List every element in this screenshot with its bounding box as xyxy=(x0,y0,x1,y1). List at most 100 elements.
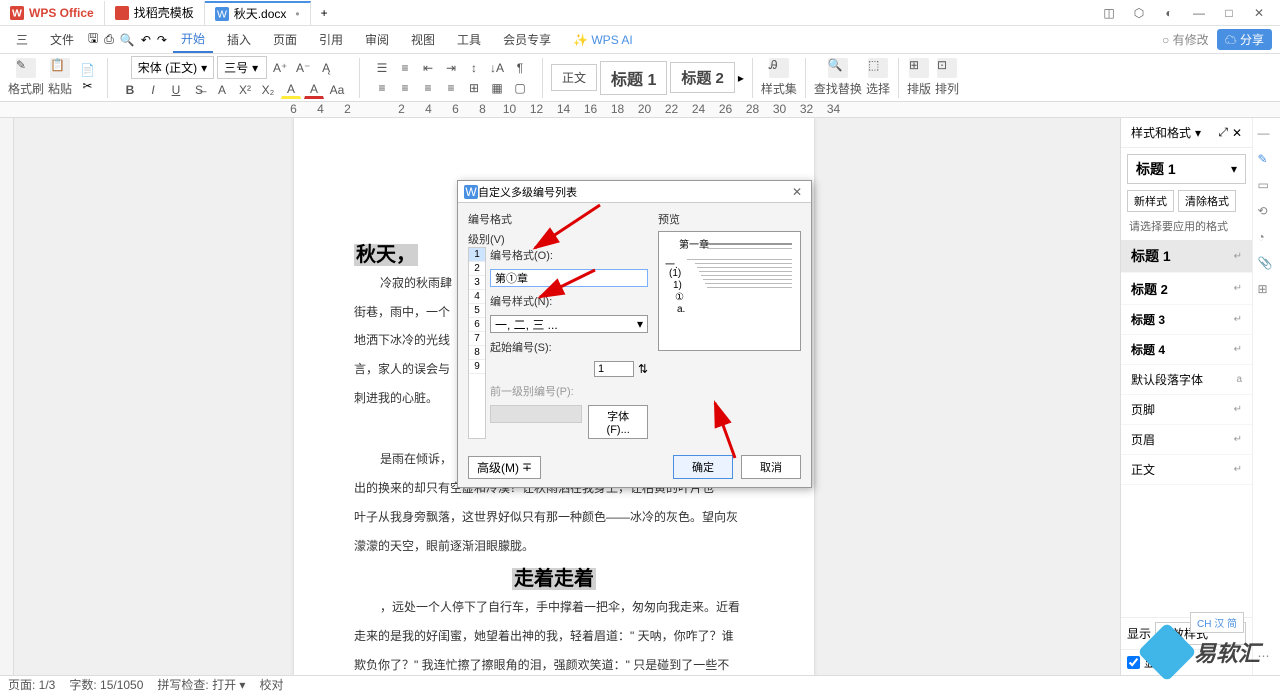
font-size-select[interactable]: 三号 ▾ xyxy=(217,56,267,79)
italic-icon[interactable]: I xyxy=(143,81,163,99)
case-icon[interactable]: Aa xyxy=(327,81,347,99)
language-badge[interactable]: CH 汉 简 xyxy=(1190,612,1244,633)
win-btn-1[interactable]: ◫ xyxy=(1096,3,1122,23)
align-center-icon[interactable]: ≡ xyxy=(395,79,415,97)
app-tab[interactable]: W WPS Office xyxy=(0,1,105,25)
side-more-icon[interactable]: ⋯ xyxy=(1258,649,1276,667)
close-pane-icon[interactable]: ✕ xyxy=(1232,126,1242,140)
style-h2[interactable]: 标题 2 xyxy=(670,62,735,93)
level-9[interactable]: 9 xyxy=(469,360,485,374)
new-tab-button[interactable]: + xyxy=(311,1,338,25)
tab-tools[interactable]: 工具 xyxy=(449,27,489,52)
level-3[interactable]: 3 xyxy=(469,276,485,290)
format-input[interactable] xyxy=(490,269,648,287)
bullet-list-icon[interactable]: ☰ xyxy=(372,59,392,77)
side-pen-icon[interactable]: ✎ xyxy=(1258,152,1276,170)
wps-ai-button[interactable]: ✨ WPS AI xyxy=(565,29,641,51)
side-clip-icon[interactable]: 📎 xyxy=(1258,256,1276,274)
arrange1-button[interactable]: ⊞排版 xyxy=(907,58,931,97)
clear-format-icon[interactable]: Ą xyxy=(316,59,336,77)
level-8[interactable]: 8 xyxy=(469,346,485,360)
distrib-icon[interactable]: ⊞ xyxy=(464,79,484,97)
tab-page[interactable]: 页面 xyxy=(265,27,305,52)
line-space-icon[interactable]: ↕ xyxy=(464,59,484,77)
show-checkbox[interactable] xyxy=(1127,656,1140,669)
style-item-default[interactable]: 默认段落字体a xyxy=(1121,365,1252,395)
cut-icon[interactable]: ✂ xyxy=(82,79,92,93)
style-item-header[interactable]: 页眉↵ xyxy=(1121,425,1252,455)
side-minus-icon[interactable]: — xyxy=(1258,126,1276,144)
file-menu[interactable]: 文件 xyxy=(42,27,82,52)
advanced-button[interactable]: 高级(M) ∓ xyxy=(468,456,541,479)
print-icon[interactable]: ⎙ xyxy=(104,32,114,47)
dialog-titlebar[interactable]: W 自定义多级编号列表 ✕ xyxy=(458,181,811,203)
tab-start[interactable]: 开始 xyxy=(173,26,213,53)
avatar-icon[interactable]: ◐ xyxy=(1156,3,1182,23)
style-item-h2[interactable]: 标题 2↵ xyxy=(1121,273,1252,305)
preview-icon[interactable]: 🔍 xyxy=(120,33,135,47)
start-number-input[interactable] xyxy=(594,361,634,377)
current-style-select[interactable]: 标题 1▾ xyxy=(1127,154,1246,184)
sub-icon[interactable]: X₂ xyxy=(258,81,278,99)
side-bell-icon[interactable]: ◔ xyxy=(1258,230,1276,248)
number-style-select[interactable]: 一, 二, 三 ...▾ xyxy=(490,315,648,333)
underline-icon[interactable]: U xyxy=(166,81,186,99)
side-refresh-icon[interactable]: ⟲ xyxy=(1258,204,1276,222)
align-left-icon[interactable]: ≡ xyxy=(372,79,392,97)
font-color-icon[interactable]: A xyxy=(304,81,324,99)
page-indicator[interactable]: 页面: 1/3 xyxy=(8,676,55,693)
side-book-icon[interactable]: ▭ xyxy=(1258,178,1276,196)
paste-button[interactable]: 📋粘贴 xyxy=(48,58,72,97)
find-replace-button[interactable]: 🔍查找替换 xyxy=(814,58,862,97)
hamburger-icon[interactable]: 三 xyxy=(8,27,36,52)
spell-check-indicator[interactable]: 拼写检查: 打开 ▾ xyxy=(157,676,245,693)
format-brush-button[interactable]: ✎格式刷 xyxy=(8,58,44,97)
maximize-button[interactable]: □ xyxy=(1216,3,1242,23)
indent-icon[interactable]: ⇥ xyxy=(441,59,461,77)
show-marks-icon[interactable]: ¶ xyxy=(510,59,530,77)
arrange2-button[interactable]: ⊡排列 xyxy=(935,58,959,97)
save-icon[interactable]: 🖫 xyxy=(88,29,98,50)
level-5[interactable]: 5 xyxy=(469,304,485,318)
style-item-body[interactable]: 正文↵ xyxy=(1121,455,1252,485)
highlight-icon[interactable]: A xyxy=(281,81,301,99)
outdent-icon[interactable]: ⇤ xyxy=(418,59,438,77)
font-button[interactable]: 字体(F)... xyxy=(588,405,648,439)
select-button[interactable]: ⬚选择 xyxy=(866,58,890,97)
level-4[interactable]: 4 xyxy=(469,290,485,304)
strike-icon[interactable]: S̶ xyxy=(189,81,209,99)
level-2[interactable]: 2 xyxy=(469,262,485,276)
spinner-icon[interactable]: ⇅ xyxy=(638,362,648,376)
proof-indicator[interactable]: 校对 xyxy=(259,676,283,693)
bold-icon[interactable]: B xyxy=(120,81,140,99)
dialog-close-icon[interactable]: ✕ xyxy=(789,185,805,199)
tab-member[interactable]: 会员专享 xyxy=(495,27,559,52)
font-fx-icon[interactable]: A xyxy=(212,81,232,99)
number-list-icon[interactable]: ≡ xyxy=(395,59,415,77)
doc-tab[interactable]: W 秋天.docx • xyxy=(205,1,311,25)
style-h1[interactable]: 标题 1 xyxy=(600,61,667,95)
tab-view[interactable]: 视图 xyxy=(403,27,443,52)
copy-icon[interactable]: 📄 xyxy=(80,63,95,77)
template-tab[interactable]: 找稻壳模板 xyxy=(105,1,205,25)
level-7[interactable]: 7 xyxy=(469,332,485,346)
style-item-footer[interactable]: 页脚↵ xyxy=(1121,395,1252,425)
word-count[interactable]: 字数: 15/1050 xyxy=(69,676,143,693)
shrink-font-icon[interactable]: A⁻ xyxy=(293,59,313,77)
sort-icon[interactable]: ↓A xyxy=(487,59,507,77)
redo-icon[interactable]: ↷ xyxy=(157,33,167,47)
style-item-h4[interactable]: 标题 4↵ xyxy=(1121,335,1252,365)
close-button[interactable]: ✕ xyxy=(1246,3,1272,23)
shading-icon[interactable]: ▦ xyxy=(487,79,507,97)
tab-review[interactable]: 审阅 xyxy=(357,27,397,52)
clear-format-button[interactable]: 清除格式 xyxy=(1178,190,1236,212)
style-item-h3[interactable]: 标题 3↵ xyxy=(1121,305,1252,335)
font-name-select[interactable]: 宋体 (正文) ▾ xyxy=(131,56,214,79)
tab-insert[interactable]: 插入 xyxy=(219,27,259,52)
minimize-button[interactable]: — xyxy=(1186,3,1212,23)
tab-reference[interactable]: 引用 xyxy=(311,27,351,52)
new-style-button[interactable]: 新样式 xyxy=(1127,190,1174,212)
grow-font-icon[interactable]: A⁺ xyxy=(270,59,290,77)
ok-button[interactable]: 确定 xyxy=(673,455,733,479)
level-1[interactable]: 1 xyxy=(469,248,485,262)
